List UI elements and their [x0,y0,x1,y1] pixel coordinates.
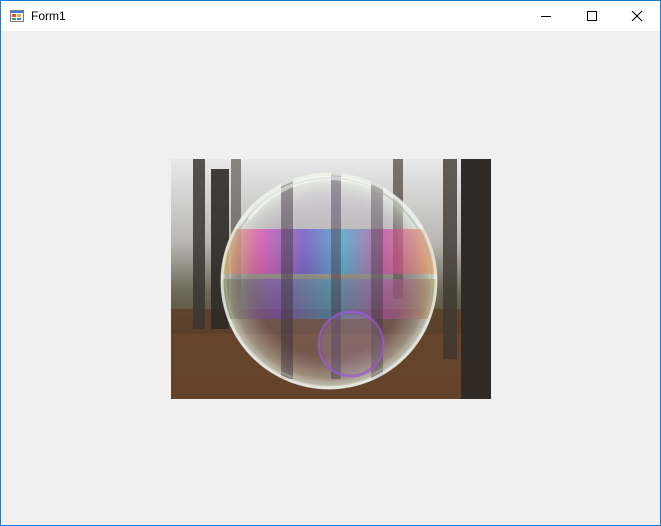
window-title: Form1 [31,9,66,23]
client-area [1,31,660,525]
maximize-button[interactable] [569,1,615,31]
minimize-icon [541,16,551,17]
minimize-button[interactable] [523,1,569,31]
close-icon [631,10,643,22]
title-bar[interactable]: Form1 [1,1,660,31]
close-button[interactable] [614,1,660,31]
form-window: Form1 [0,0,661,526]
picture-box [171,159,491,399]
maximize-icon [587,11,597,21]
app-icon [10,10,24,22]
